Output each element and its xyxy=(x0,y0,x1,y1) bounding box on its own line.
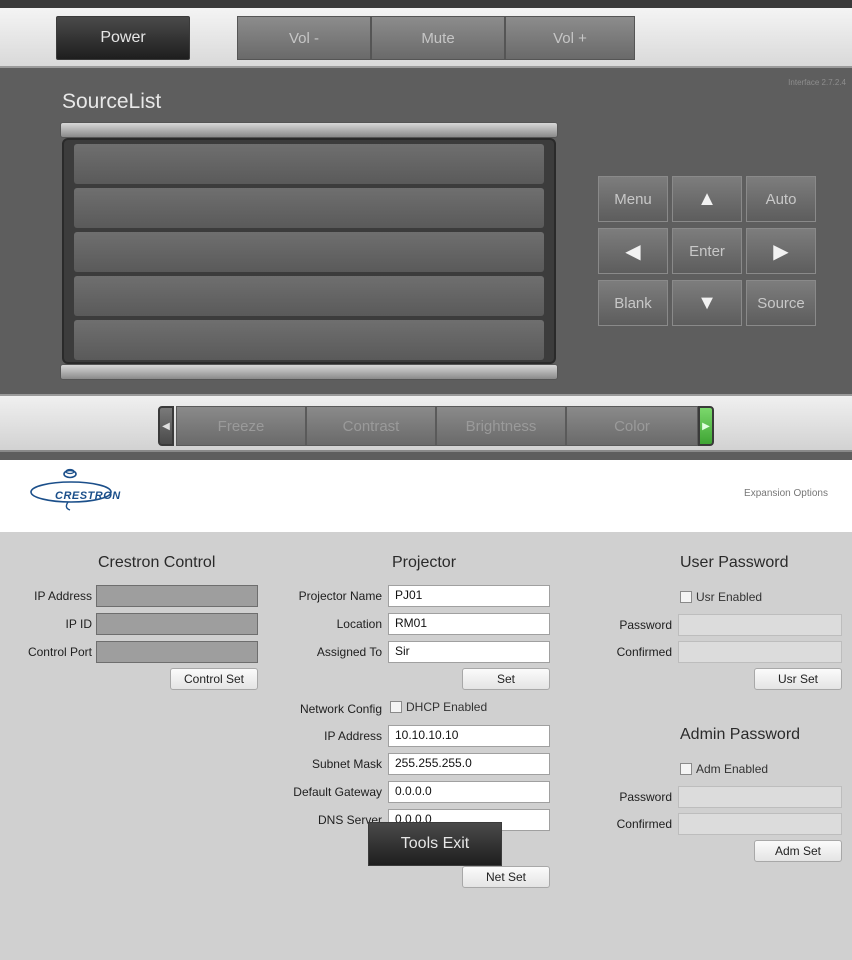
left-arrow-icon[interactable]: ◀ xyxy=(158,406,174,446)
dhcp-checkbox-box[interactable] xyxy=(390,701,402,713)
source-list-item[interactable] xyxy=(74,232,544,272)
auto-button[interactable]: Auto xyxy=(746,176,816,222)
net-set-button[interactable]: Net Set xyxy=(462,866,550,888)
source-button[interactable]: Source xyxy=(746,280,816,326)
adm-enabled-label: Adm Enabled xyxy=(696,762,769,776)
cc-control-port-label: Control Port xyxy=(27,645,92,659)
configuration-form: Crestron Control IP Address IP ID Contro… xyxy=(0,532,852,960)
user-password-title: User Password xyxy=(680,554,789,571)
source-list-title: SourceList xyxy=(62,90,162,113)
subnet-mask-field[interactable]: 255.255.255.0 xyxy=(388,753,550,775)
crestron-header: CRESTRON Expansion Options xyxy=(0,460,852,532)
down-button[interactable]: ▼ xyxy=(672,280,742,326)
source-list-scroll-down[interactable] xyxy=(60,364,558,380)
source-list xyxy=(62,138,556,364)
usr-confirmed-label: Confirmed xyxy=(616,645,672,659)
tools-exit-button[interactable]: Tools Exit xyxy=(368,822,502,866)
adm-set-button[interactable]: Adm Set xyxy=(754,840,842,862)
control-set-button[interactable]: Control Set xyxy=(170,668,258,690)
right-button[interactable]: ▶ xyxy=(746,228,816,274)
adm-confirmed-label: Confirmed xyxy=(616,817,672,831)
freeze-button[interactable]: Freeze xyxy=(176,406,306,446)
subnet-mask-label: Subnet Mask xyxy=(311,757,382,771)
triangle-down-icon: ▼ xyxy=(697,291,717,314)
dhcp-enabled-checkbox[interactable]: DHCP Enabled xyxy=(390,700,487,714)
enter-button[interactable]: Enter xyxy=(672,228,742,274)
blank-button[interactable]: Blank xyxy=(598,280,668,326)
dhcp-enabled-label: DHCP Enabled xyxy=(406,700,488,714)
source-list-scroll-up[interactable] xyxy=(60,122,558,138)
adm-password-label: Password xyxy=(619,790,672,804)
top-button-bar: Power Vol - Mute Vol + xyxy=(0,8,852,68)
cc-ip-address-label: IP Address xyxy=(34,589,92,603)
projector-title: Projector xyxy=(392,554,457,571)
contrast-button[interactable]: Contrast xyxy=(306,406,436,446)
cc-ip-id-field[interactable] xyxy=(96,613,258,635)
right-arrow-icon[interactable]: ▶ xyxy=(698,406,714,446)
menu-button[interactable]: Menu xyxy=(598,176,668,222)
set-button[interactable]: Set xyxy=(462,668,550,690)
triangle-right-icon: ▶ xyxy=(773,240,789,263)
usr-password-field[interactable] xyxy=(678,614,842,636)
network-config-label: Network Config xyxy=(299,702,382,716)
usr-password-label: Password xyxy=(619,618,672,632)
admin-password-title: Admin Password xyxy=(680,726,801,743)
usr-enabled-label: Usr Enabled xyxy=(696,590,763,604)
adm-password-field[interactable] xyxy=(678,786,842,808)
triangle-up-icon: ▲ xyxy=(697,187,717,210)
cc-control-port-field[interactable] xyxy=(96,641,258,663)
ip-address-label: IP Address xyxy=(324,729,382,743)
default-gateway-field[interactable]: 0.0.0.0 xyxy=(388,781,550,803)
assigned-to-field[interactable]: Sir xyxy=(388,641,550,663)
source-list-item[interactable] xyxy=(74,320,544,360)
usr-checkbox-box[interactable] xyxy=(680,591,692,603)
projector-name-field[interactable]: PJ01 xyxy=(388,585,550,607)
top-strip xyxy=(0,0,852,8)
source-list-item[interactable] xyxy=(74,144,544,184)
crestron-logo: CRESTRON xyxy=(24,468,124,518)
picture-adjust-bar: ◀ Freeze Contrast Brightness Color ▶ xyxy=(0,394,852,452)
volume-down-button[interactable]: Vol - xyxy=(237,16,371,60)
location-field[interactable]: RM01 xyxy=(388,613,550,635)
cc-ip-address-field[interactable] xyxy=(96,585,258,607)
mute-button[interactable]: Mute xyxy=(371,16,505,60)
default-gateway-label: Default Gateway xyxy=(293,785,382,799)
adm-checkbox-box[interactable] xyxy=(680,763,692,775)
usr-enabled-checkbox[interactable]: Usr Enabled xyxy=(680,590,762,604)
projector-control-panel: Power Vol - Mute Vol + Interface 2.7.2.4… xyxy=(0,0,852,460)
interface-version: Interface 2.7.2.4 xyxy=(788,78,846,87)
source-list-item[interactable] xyxy=(74,188,544,228)
brightness-button[interactable]: Brightness xyxy=(436,406,566,446)
crestron-wordmark: CRESTRON xyxy=(55,490,121,502)
adm-confirmed-field[interactable] xyxy=(678,813,842,835)
up-button[interactable]: ▲ xyxy=(672,176,742,222)
triangle-left-icon: ◀ xyxy=(625,240,641,263)
ip-address-field[interactable]: 10.10.10.10 xyxy=(388,725,550,747)
adm-enabled-checkbox[interactable]: Adm Enabled xyxy=(680,762,768,776)
assigned-to-label: Assigned To xyxy=(316,645,382,659)
color-button[interactable]: Color xyxy=(566,406,698,446)
source-list-item[interactable] xyxy=(74,276,544,316)
crestron-control-title: Crestron Control xyxy=(98,554,216,571)
power-button[interactable]: Power xyxy=(56,16,190,60)
expansion-options-link[interactable]: Expansion Options xyxy=(744,488,828,499)
cc-ip-id-label: IP ID xyxy=(65,617,92,631)
usr-set-button[interactable]: Usr Set xyxy=(754,668,842,690)
left-button[interactable]: ◀ xyxy=(598,228,668,274)
dns-server-label: DNS Server xyxy=(317,813,382,827)
volume-up-button[interactable]: Vol + xyxy=(505,16,635,60)
projector-name-label: Projector Name xyxy=(298,589,382,603)
location-label: Location xyxy=(336,617,382,631)
usr-confirmed-field[interactable] xyxy=(678,641,842,663)
